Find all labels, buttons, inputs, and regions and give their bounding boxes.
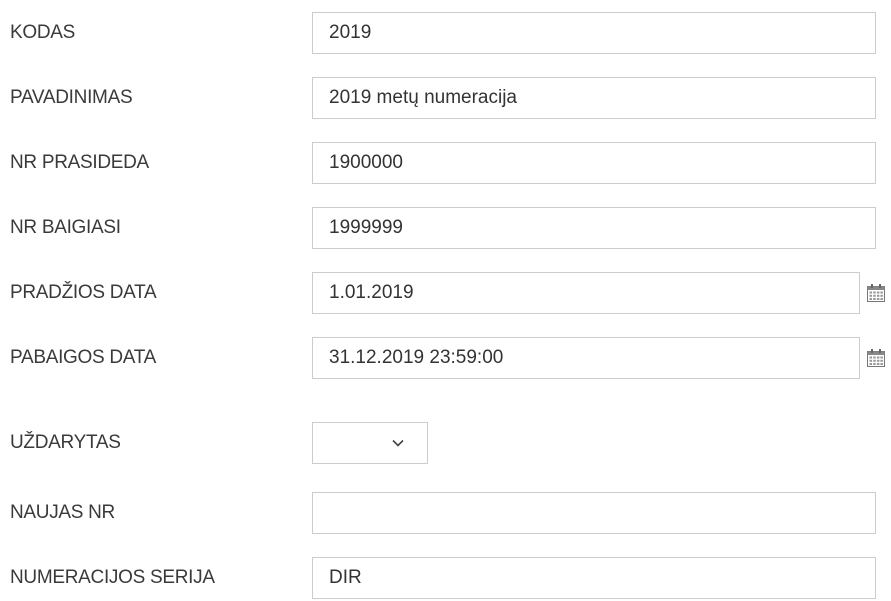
numeracijos-serija-label: NUMERACIJOS SERIJA	[10, 567, 215, 588]
pabaigos-data-label: PABAIGOS DATA	[10, 347, 157, 368]
naujas-nr-label: NAUJAS NR	[10, 502, 115, 523]
pavadinimas-input[interactable]	[312, 77, 876, 119]
kodas-input[interactable]	[312, 12, 876, 54]
row-naujas-nr: NAUJAS NR	[0, 492, 891, 536]
row-numeracijos-serija: NUMERACIJOS SERIJA	[0, 557, 891, 601]
numbering-form: KODAS PAVADINIMAS NR PRASIDEDA NR BAIGIA…	[0, 0, 891, 600]
kodas-label: KODAS	[10, 22, 76, 43]
uzdarytas-label: UŽDARYTAS	[10, 432, 121, 453]
row-pradzios-data: PRADŽIOS DATA	[0, 272, 891, 316]
calendar-icon[interactable]	[866, 348, 886, 368]
row-kodas: KODAS	[0, 12, 891, 56]
pradzios-data-input[interactable]	[312, 272, 860, 314]
nr-prasideda-input[interactable]	[312, 142, 876, 184]
pabaigos-data-input[interactable]	[312, 337, 860, 379]
row-uzdarytas: UŽDARYTAS	[0, 422, 891, 466]
uzdarytas-select[interactable]	[312, 422, 428, 464]
row-nr-prasideda: NR PRASIDEDA	[0, 142, 891, 186]
pavadinimas-label: PAVADINIMAS	[10, 87, 133, 108]
numeracijos-serija-input[interactable]	[312, 557, 876, 599]
naujas-nr-input[interactable]	[312, 492, 876, 534]
row-pabaigos-data: PABAIGOS DATA	[0, 337, 891, 381]
pradzios-data-label: PRADŽIOS DATA	[10, 282, 157, 303]
nr-prasideda-label: NR PRASIDEDA	[10, 152, 149, 173]
row-nr-baigiasi: NR BAIGIASI	[0, 207, 891, 251]
chevron-down-icon	[392, 439, 404, 447]
row-pavadinimas: PAVADINIMAS	[0, 77, 891, 121]
calendar-icon[interactable]	[866, 283, 886, 303]
nr-baigiasi-label: NR BAIGIASI	[10, 217, 121, 238]
nr-baigiasi-input[interactable]	[312, 207, 876, 249]
